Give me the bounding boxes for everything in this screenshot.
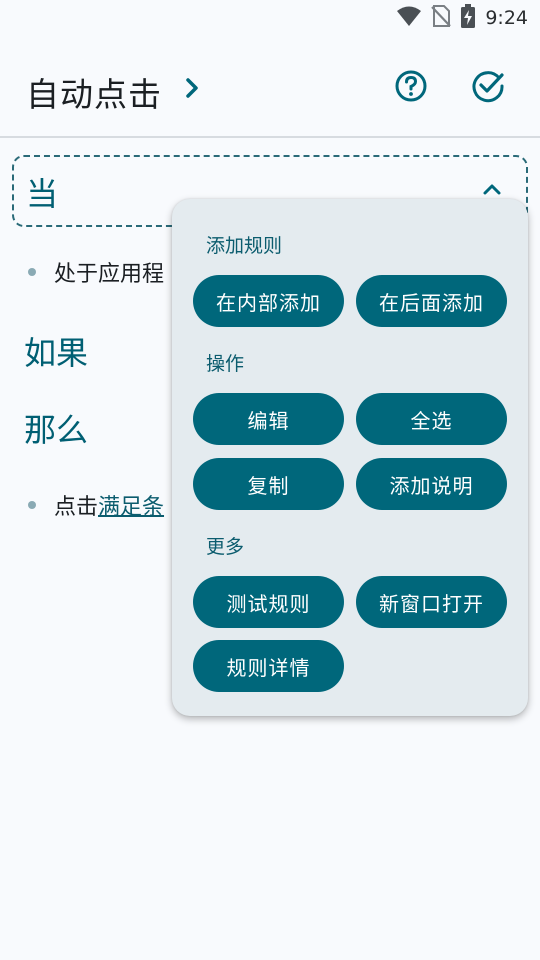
help-button[interactable] [389, 66, 433, 110]
open-new-window-button[interactable]: 新窗口打开 [356, 576, 507, 628]
chevron-up-icon[interactable] [482, 181, 502, 197]
bullet-dot [28, 268, 36, 276]
condition-item[interactable]: 处于应用程 [28, 256, 164, 288]
add-inside-button[interactable]: 在内部添加 [193, 275, 344, 327]
edit-button[interactable]: 编辑 [193, 393, 344, 445]
wifi-icon [397, 5, 422, 31]
page-title[interactable]: 自动点击 [26, 68, 162, 116]
section-operations-title: 操作 [206, 353, 245, 375]
action-item[interactable]: 点击 满足条 [28, 489, 164, 521]
app-bar: 自动点击 [0, 36, 540, 138]
select-all-button[interactable]: 全选 [356, 393, 507, 445]
add-after-button[interactable]: 在后面添加 [356, 275, 507, 327]
section-add-rule-title: 添加规则 [206, 235, 283, 257]
done-button[interactable] [466, 66, 510, 110]
section-more-title: 更多 [206, 536, 245, 558]
copy-button[interactable]: 复制 [193, 458, 344, 510]
when-label: 当 [26, 175, 59, 213]
action-link[interactable]: 满足条 [98, 489, 164, 521]
help-circle-icon [394, 69, 428, 107]
battery-charging-icon [461, 4, 476, 32]
no-sim-icon [431, 4, 452, 32]
status-icons: 9:24 [397, 4, 528, 32]
status-bar: 9:24 [0, 0, 540, 36]
chevron-right-icon[interactable] [181, 74, 205, 102]
test-rule-button[interactable]: 测试规则 [193, 576, 344, 628]
condition-text: 处于应用程 [54, 262, 165, 287]
add-description-button[interactable]: 添加说明 [356, 458, 507, 510]
check-circle-icon [471, 69, 505, 107]
then-section-title: 那么 [24, 411, 89, 449]
bullet-dot [28, 501, 36, 509]
context-menu: 添加规则 在内部添加 在后面添加 操作 编辑 全选 复制 添加说明 更多 测试规… [172, 199, 528, 716]
if-section-title: 如果 [24, 334, 89, 372]
status-time: 9:24 [485, 7, 528, 29]
rule-details-button[interactable]: 规则详情 [193, 640, 344, 692]
action-prefix: 点击 [54, 495, 99, 520]
